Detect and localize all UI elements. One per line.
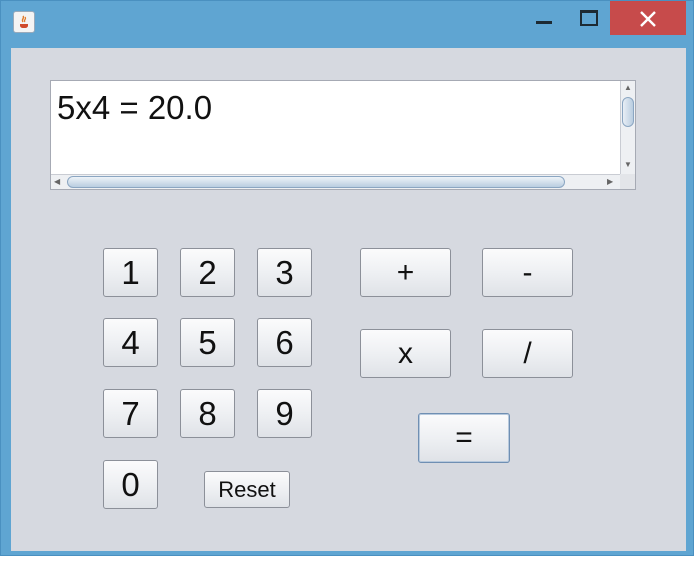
vertical-scrollbar[interactable]: ▲ ▼ [620, 81, 635, 174]
minus-button[interactable]: - [482, 248, 573, 297]
equals-button[interactable]: = [418, 413, 510, 463]
digit-6-button[interactable]: 6 [257, 318, 312, 367]
scroll-right-arrow-icon[interactable]: ▶ [607, 178, 613, 186]
multiply-button[interactable]: x [360, 329, 451, 378]
scroll-left-arrow-icon[interactable]: ◀ [54, 178, 60, 186]
close-icon [640, 11, 656, 27]
title-bar [1, 1, 693, 47]
digit-2-button[interactable]: 2 [180, 248, 235, 297]
horizontal-scrollbar[interactable]: ◀ ▶ [51, 174, 621, 189]
java-app-icon[interactable] [13, 11, 35, 33]
horizontal-scroll-thumb[interactable] [67, 176, 565, 188]
scroll-up-arrow-icon[interactable]: ▲ [624, 84, 632, 92]
digit-8-button[interactable]: 8 [180, 389, 235, 438]
scroll-down-arrow-icon[interactable]: ▼ [624, 161, 632, 169]
close-button[interactable] [610, 1, 686, 35]
display-text: 5x4 = 20.0 [57, 89, 213, 126]
digit-4-button[interactable]: 4 [103, 318, 158, 367]
digit-1-button[interactable]: 1 [103, 248, 158, 297]
divide-button[interactable]: / [482, 329, 573, 378]
scroll-corner [620, 174, 635, 189]
digit-5-button[interactable]: 5 [180, 318, 235, 367]
maximize-button[interactable] [570, 1, 606, 35]
digit-9-button[interactable]: 9 [257, 389, 312, 438]
digit-0-button[interactable]: 0 [103, 460, 158, 509]
vertical-scroll-thumb[interactable] [622, 97, 634, 127]
reset-button[interactable]: Reset [204, 471, 290, 508]
minimize-button[interactable] [526, 1, 562, 35]
calculator-window: 5x4 = 20.0 ▲ ▼ ◀ ▶ 1 2 3 4 5 6 7 8 9 0 R… [0, 0, 694, 556]
digit-3-button[interactable]: 3 [257, 248, 312, 297]
digit-7-button[interactable]: 7 [103, 389, 158, 438]
calculator-panel: 5x4 = 20.0 ▲ ▼ ◀ ▶ 1 2 3 4 5 6 7 8 9 0 R… [11, 48, 686, 551]
result-display[interactable]: 5x4 = 20.0 ▲ ▼ ◀ ▶ [50, 80, 636, 190]
plus-button[interactable]: + [360, 248, 451, 297]
